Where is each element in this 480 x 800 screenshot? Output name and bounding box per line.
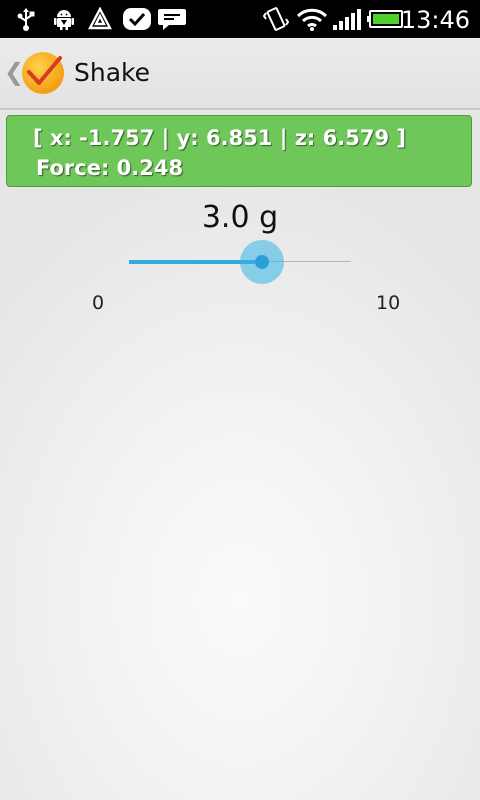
threshold-value: 3.0 g bbox=[201, 200, 279, 235]
battery-icon bbox=[367, 10, 403, 28]
slider-max-label: 10 bbox=[376, 292, 401, 314]
vibrate-icon bbox=[262, 7, 290, 31]
force-reading: Force: 0.248 bbox=[36, 156, 184, 180]
message-icon bbox=[158, 9, 186, 30]
accelerometer-reading: [ x: -1.757 | y: 6.851 | z: 6.579 ] bbox=[33, 126, 406, 150]
slider-min-label: 0 bbox=[92, 292, 105, 314]
status-bar: 13:46 bbox=[0, 0, 480, 38]
signal-icon bbox=[333, 9, 361, 30]
action-bar: ❮ Shake bbox=[0, 38, 480, 110]
notification-triangle-icon bbox=[88, 7, 112, 30]
android-debug-icon bbox=[54, 10, 74, 30]
checkmark-app-icon bbox=[123, 8, 151, 30]
page-title: Shake bbox=[74, 58, 151, 87]
clock: 13:46 bbox=[400, 6, 470, 34]
app-logo-checkmark-icon[interactable] bbox=[20, 50, 66, 96]
threshold-slider[interactable] bbox=[129, 240, 351, 284]
wifi-icon bbox=[296, 8, 328, 31]
usb-icon bbox=[17, 8, 35, 31]
slider-thumb[interactable] bbox=[255, 255, 269, 269]
sensor-info-panel: [ x: -1.757 | y: 6.851 | z: 6.579 ] Forc… bbox=[6, 115, 472, 187]
